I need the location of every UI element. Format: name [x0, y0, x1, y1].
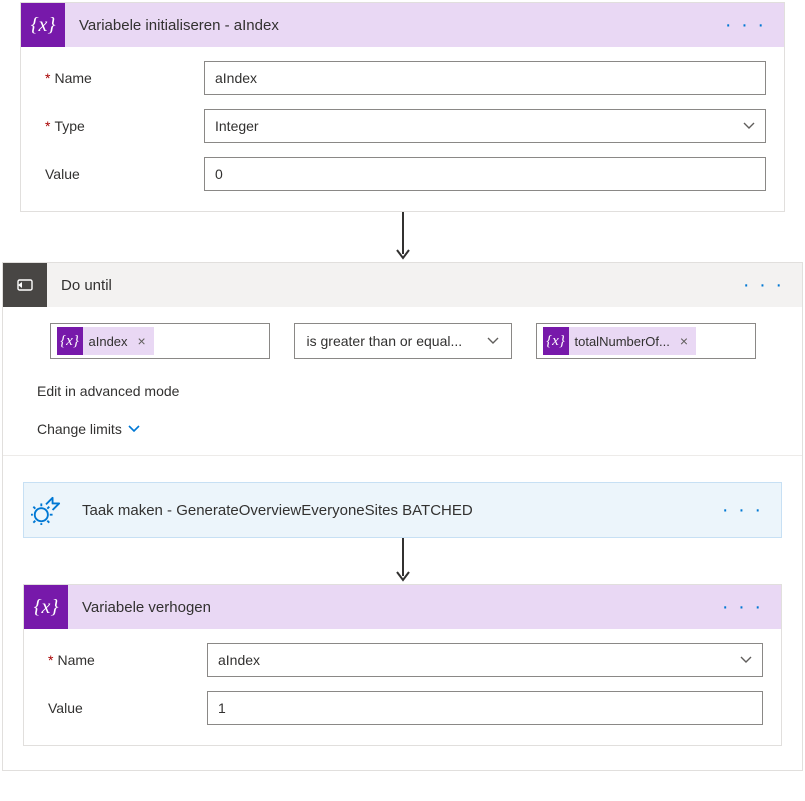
card-title: Taak maken - GenerateOverviewEveryoneSit…: [68, 502, 714, 519]
required-star: *: [45, 70, 50, 86]
variable-icon: {x}: [543, 327, 569, 355]
card-title: Variabele verhogen: [68, 599, 714, 616]
value-input[interactable]: 0: [204, 157, 766, 191]
change-limits-link[interactable]: Change limits: [37, 421, 768, 437]
required-star: *: [45, 118, 50, 134]
advanced-links: Edit in advanced mode Change limits: [3, 367, 802, 455]
variable-icon: {x}: [24, 585, 68, 629]
token-label: aIndex: [89, 334, 128, 349]
value-row: Value 1: [42, 691, 763, 725]
name-input[interactable]: aIndex: [204, 61, 766, 95]
token-label: totalNumberOf...: [575, 334, 670, 349]
type-select[interactable]: Integer: [204, 109, 766, 143]
card-title: Do until: [47, 277, 735, 294]
more-menu-button[interactable]: · · ·: [714, 596, 771, 619]
more-menu-button[interactable]: · · ·: [714, 499, 771, 522]
remove-token-button[interactable]: ×: [676, 333, 688, 349]
chevron-down-icon: [743, 120, 755, 132]
container-body: {x} aIndex × is greater than or equal...…: [3, 323, 802, 770]
card-header[interactable]: Do until · · ·: [3, 263, 802, 307]
condition-operator-select[interactable]: is greater than or equal...: [294, 323, 512, 359]
condition-row: {x} aIndex × is greater than or equal...…: [3, 323, 802, 359]
required-star: *: [48, 652, 53, 668]
variable-icon: {x}: [57, 327, 83, 355]
card-body: *Name aIndex *Type Integer Value 0: [21, 47, 784, 211]
chevron-down-icon: [740, 654, 752, 666]
chevron-down-icon: [487, 335, 499, 347]
value-input[interactable]: 1: [207, 691, 763, 725]
increment-variable-card: {x} Variabele verhogen · · · *Name aInde…: [23, 584, 782, 746]
card-title: Variabele initialiseren - aIndex: [65, 17, 717, 34]
name-row: *Name aIndex: [42, 643, 763, 677]
do-until-card: Do until · · · {x} aIndex × is greater t…: [2, 262, 803, 771]
operator-label: is greater than or equal...: [307, 333, 463, 349]
task-card[interactable]: Taak maken - GenerateOverviewEveryoneSit…: [23, 482, 782, 538]
card-header[interactable]: {x} Variabele initialiseren - aIndex · ·…: [21, 3, 784, 47]
remove-token-button[interactable]: ×: [134, 333, 146, 349]
card-body: *Name aIndex Value 1: [24, 629, 781, 745]
task-icon: [24, 488, 68, 532]
variable-icon: {x}: [21, 3, 65, 47]
more-menu-button[interactable]: · · ·: [717, 14, 774, 37]
variable-token[interactable]: {x} aIndex ×: [57, 327, 154, 355]
value-label: Value: [39, 166, 204, 182]
variable-token[interactable]: {x} totalNumberOf... ×: [543, 327, 697, 355]
name-row: *Name aIndex: [39, 61, 766, 95]
connector-arrow: [3, 538, 802, 584]
type-label: *Type: [39, 118, 204, 134]
chevron-down-icon: [128, 423, 140, 435]
initialize-variable-card: {x} Variabele initialiseren - aIndex · ·…: [20, 2, 785, 212]
value-row: Value 0: [39, 157, 766, 191]
name-label: *Name: [42, 652, 207, 668]
type-row: *Type Integer: [39, 109, 766, 143]
connector-arrow: [0, 212, 805, 262]
condition-left-input[interactable]: {x} aIndex ×: [50, 323, 270, 359]
divider: [3, 455, 802, 456]
name-label: *Name: [39, 70, 204, 86]
value-label: Value: [42, 700, 207, 716]
name-select[interactable]: aIndex: [207, 643, 763, 677]
edit-advanced-mode-link[interactable]: Edit in advanced mode: [37, 383, 768, 399]
more-menu-button[interactable]: · · ·: [735, 274, 792, 297]
loop-icon: [3, 263, 47, 307]
condition-right-input[interactable]: {x} totalNumberOf... ×: [536, 323, 756, 359]
card-header[interactable]: {x} Variabele verhogen · · ·: [24, 585, 781, 629]
